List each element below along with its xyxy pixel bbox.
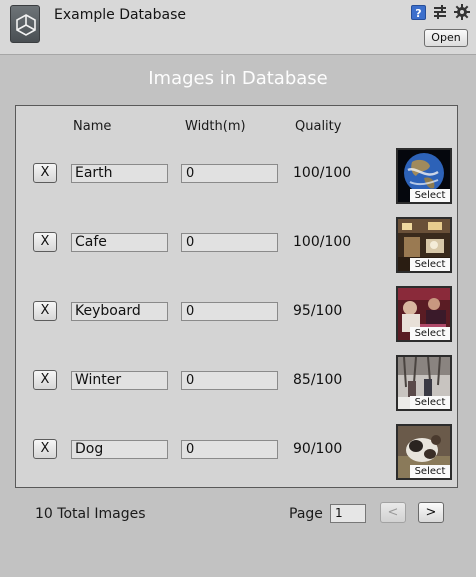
image-width-field[interactable]: 0 bbox=[181, 371, 278, 390]
next-page-button[interactable]: > bbox=[418, 502, 444, 523]
column-header-name: Name bbox=[73, 119, 112, 134]
column-header-width: Width(m) bbox=[185, 119, 246, 134]
image-width-field[interactable]: 0 bbox=[181, 233, 278, 252]
image-row: X Cafe 0 100/100 Select bbox=[16, 216, 457, 273]
image-list-panel: Name Width(m) Quality X Earth 0 100/100 … bbox=[15, 105, 458, 488]
page-label: Page bbox=[289, 506, 323, 522]
window-header: Example Database ? Open bbox=[0, 0, 476, 55]
column-header-quality: Quality bbox=[295, 119, 342, 134]
image-thumbnail[interactable]: Select bbox=[396, 217, 452, 273]
image-row: X Earth 0 100/100 Select bbox=[16, 147, 457, 204]
open-button[interactable]: Open bbox=[424, 29, 468, 47]
remove-image-button[interactable]: X bbox=[33, 232, 57, 252]
remove-image-button[interactable]: X bbox=[33, 301, 57, 321]
remove-image-button[interactable]: X bbox=[33, 439, 57, 459]
remove-image-button[interactable]: X bbox=[33, 370, 57, 390]
select-image-label[interactable]: Select bbox=[410, 327, 450, 340]
unity-logo-icon bbox=[10, 5, 40, 43]
remove-image-button[interactable]: X bbox=[33, 163, 57, 183]
layout-settings-icon[interactable] bbox=[432, 4, 448, 20]
image-quality: 100/100 bbox=[293, 234, 352, 250]
help-icon[interactable]: ? bbox=[411, 4, 426, 20]
image-width-field[interactable]: 0 bbox=[181, 164, 278, 183]
image-width-field[interactable]: 0 bbox=[181, 440, 278, 459]
image-thumbnail[interactable]: Select bbox=[396, 148, 452, 204]
image-thumbnail[interactable]: Select bbox=[396, 286, 452, 342]
image-row: X Keyboard 0 95/100 Select bbox=[16, 285, 457, 342]
image-quality: 90/100 bbox=[293, 441, 343, 457]
image-quality: 85/100 bbox=[293, 372, 343, 388]
image-row: X Winter 0 85/100 Select bbox=[16, 354, 457, 411]
image-row: X Dog 0 90/100 Select bbox=[16, 423, 457, 480]
gear-icon[interactable] bbox=[454, 4, 470, 20]
window-title: Example Database bbox=[54, 7, 186, 23]
select-image-label[interactable]: Select bbox=[410, 258, 450, 271]
select-image-label[interactable]: Select bbox=[410, 189, 450, 202]
image-name-field[interactable]: Winter bbox=[71, 371, 168, 390]
section-title: Images in Database bbox=[148, 68, 328, 89]
previous-page-button[interactable]: < bbox=[380, 502, 406, 523]
image-name-field[interactable]: Dog bbox=[71, 440, 168, 459]
image-thumbnail[interactable]: Select bbox=[396, 424, 452, 480]
total-images-count: 10 Total Images bbox=[35, 506, 146, 522]
image-width-field[interactable]: 0 bbox=[181, 302, 278, 321]
image-name-field[interactable]: Keyboard bbox=[71, 302, 168, 321]
page-number-input[interactable]: 1 bbox=[330, 504, 366, 523]
image-quality: 95/100 bbox=[293, 303, 343, 319]
image-name-field[interactable]: Cafe bbox=[71, 233, 168, 252]
select-image-label[interactable]: Select bbox=[410, 465, 450, 478]
image-quality: 100/100 bbox=[293, 165, 352, 181]
image-name-field[interactable]: Earth bbox=[71, 164, 168, 183]
select-image-label[interactable]: Select bbox=[410, 396, 450, 409]
image-thumbnail[interactable]: Select bbox=[396, 355, 452, 411]
